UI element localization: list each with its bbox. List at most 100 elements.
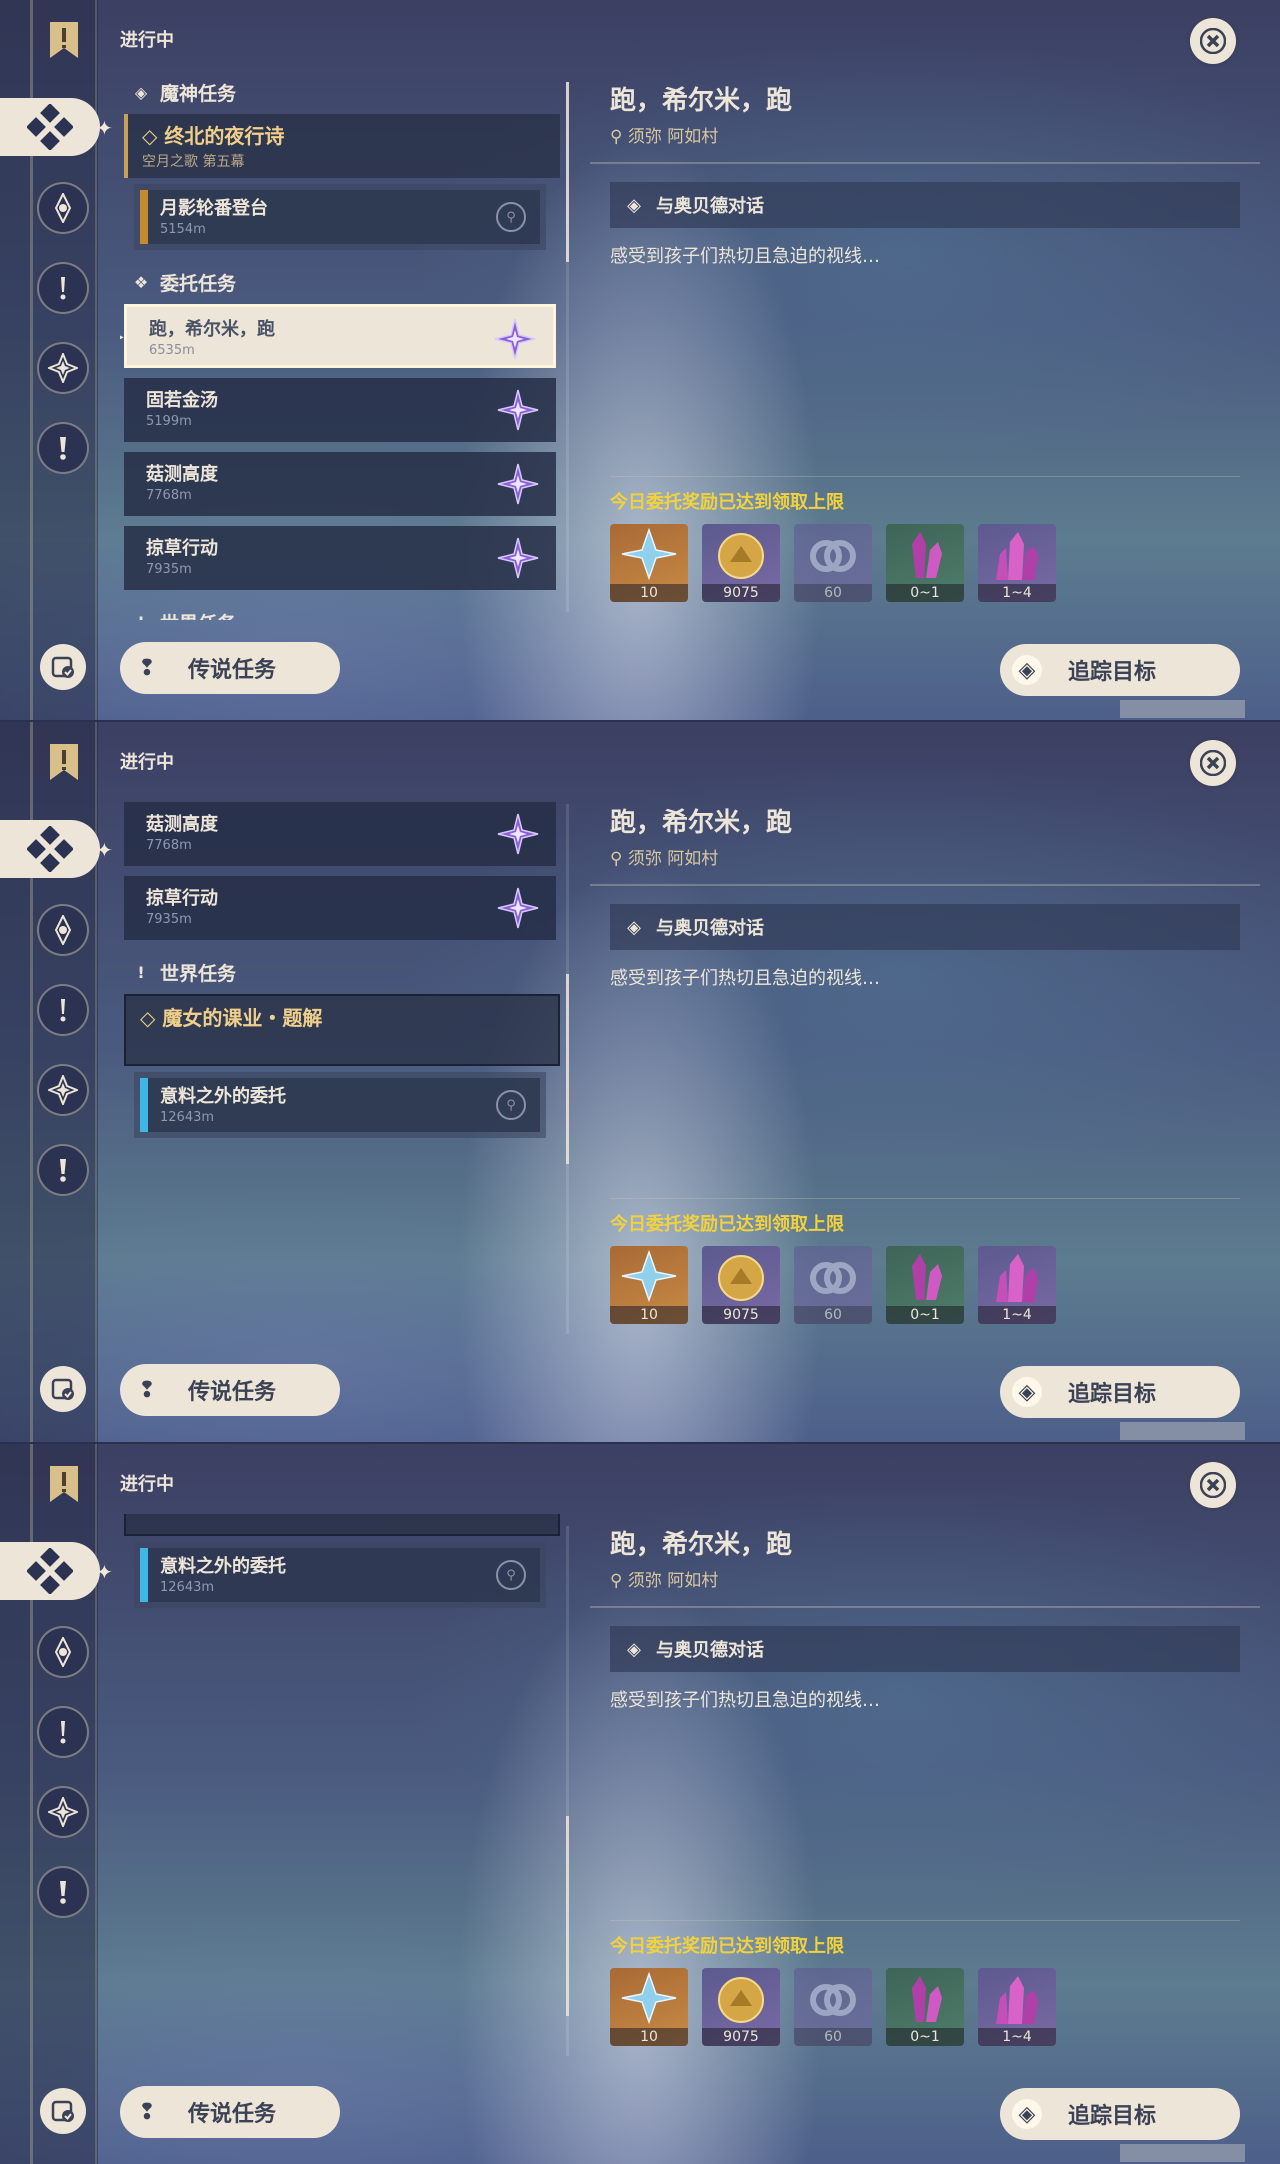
primogem-icon — [621, 1971, 677, 2025]
primogem-icon — [621, 527, 677, 581]
reward-item[interactable]: 9075 — [702, 1968, 780, 2046]
quest-list[interactable]: ◈魔神任务 ◇ 终北的夜行诗 空月之歌 第五幕 月影轮番登台 5154m ⚲ ❖… — [120, 792, 560, 1342]
world-quest-row[interactable]: ◇ 魔女的课业・题解 — [124, 994, 560, 1066]
quest-description: 感受到孩子们热切且急迫的视线… — [610, 968, 880, 989]
world-subquest-row[interactable]: 意料之外的委托 12643m ⚲ — [134, 1542, 546, 1608]
category-tab-commission[interactable] — [0, 98, 100, 156]
quest-history-button[interactable] — [40, 1366, 86, 1412]
sparkle-icon: ✦ — [96, 1560, 113, 1584]
close-button[interactable] — [1190, 740, 1236, 786]
status-label: 进行中 — [120, 30, 174, 51]
crystal-cluster-icon — [996, 1254, 1038, 1302]
bookmark-icon — [50, 1466, 78, 1502]
world-subquest-row[interactable]: 意料之外的委托 12643m ⚲ — [134, 1072, 546, 1138]
category-tab-world[interactable] — [37, 1064, 89, 1116]
reward-item[interactable]: 60 — [794, 524, 872, 602]
world-section-icon: ! — [137, 962, 145, 982]
quest-list[interactable]: ◈魔神任务 ◇ 终北的夜行诗 空月之歌 第五幕 月影轮番登台 5154m ⚲ ❖… — [120, 70, 560, 620]
category-tab-archon[interactable] — [37, 904, 89, 956]
adventure-exp-icon — [810, 1984, 856, 2016]
reward-item[interactable]: 60 — [794, 1968, 872, 2046]
category-tab-world[interactable] — [37, 342, 89, 394]
commission-diamond-icon — [27, 104, 73, 150]
category-tab-story[interactable] — [37, 984, 89, 1036]
divider — [590, 1606, 1260, 1608]
reward-item[interactable]: 60 — [794, 1246, 872, 1324]
reward-item[interactable]: 0~1 — [886, 1246, 964, 1324]
divider — [590, 884, 1260, 886]
scroll-thumb[interactable] — [566, 82, 569, 262]
subquest-title: 意料之外的委托 — [160, 1086, 286, 1107]
world-quest-row[interactable]: ◇ 魔女的课业・题解 — [124, 1514, 560, 1536]
quest-objective: ◈ 与奥贝德对话 — [610, 1626, 1240, 1672]
exclamation-icon — [60, 277, 66, 300]
reward-item[interactable]: 10 — [610, 524, 688, 602]
crystal-cluster-icon — [996, 1976, 1038, 2024]
category-tab-commission[interactable] — [0, 820, 100, 878]
reward-item[interactable]: 1~4 — [978, 1246, 1056, 1324]
quest-list-scrollbar[interactable] — [566, 804, 569, 1334]
category-tab-event[interactable] — [37, 422, 89, 474]
legend-quests-button[interactable]: ❢ 传说任务 — [120, 642, 340, 694]
reward-item[interactable]: 0~1 — [886, 1968, 964, 2046]
commission-diamond-icon — [27, 826, 73, 872]
quest-history-button[interactable] — [40, 644, 86, 690]
quest-list-content: ◈魔神任务 ◇ 终北的夜行诗 空月之歌 第五幕 月影轮番登台 5154m ⚲ ❖… — [120, 1514, 560, 1618]
category-tab-story[interactable] — [37, 1706, 89, 1758]
reward-limit-notice: 今日委托奖励已达到领取上限 — [610, 1214, 844, 1235]
archon-section-icon: ◈ — [134, 82, 148, 102]
archon-icon — [54, 1637, 72, 1667]
reward-item[interactable]: 1~4 — [978, 1968, 1056, 2046]
quest-list[interactable]: ◈魔神任务 ◇ 终北的夜行诗 空月之歌 第五幕 月影轮番登台 5154m ⚲ ❖… — [120, 1514, 560, 2064]
category-tab-story[interactable] — [37, 262, 89, 314]
category-tab-archon[interactable] — [37, 1626, 89, 1678]
commission-star-icon — [497, 887, 539, 929]
commission-row[interactable]: ▶ 跑，希尔米，跑 6535m — [120, 304, 556, 368]
quest-objective: ◈ 与奥贝德对话 — [610, 182, 1240, 228]
reward-item[interactable]: 9075 — [702, 1246, 780, 1324]
reward-item[interactable]: 10 — [610, 1968, 688, 2046]
category-tab-commission[interactable] — [0, 1542, 100, 1600]
category-tab-event[interactable] — [37, 1144, 89, 1196]
close-button[interactable] — [1190, 18, 1236, 64]
commission-diamond-icon — [27, 1548, 73, 1594]
reward-item[interactable]: 10 — [610, 1246, 688, 1324]
scroll-thumb[interactable] — [566, 1816, 569, 2016]
track-target-button[interactable]: ◈ 追踪目标 — [1000, 1366, 1240, 1418]
quest-history-button[interactable] — [40, 2088, 86, 2134]
reward-item[interactable]: 9075 — [702, 524, 780, 602]
commission-row[interactable]: 菇测高度 7768m — [124, 452, 556, 516]
category-tab-world[interactable] — [37, 1786, 89, 1838]
map-pin-button[interactable]: ⚲ — [496, 1560, 526, 1590]
subquest-title: 意料之外的委托 — [160, 1556, 286, 1577]
commission-row[interactable]: 菇测高度 7768m — [124, 802, 556, 866]
track-target-button[interactable]: ◈ 追踪目标 — [1000, 2088, 1240, 2140]
reward-list: 10 9075 60 0~1 1~4 — [610, 1246, 1070, 1324]
track-icon: ◈ — [1012, 655, 1042, 685]
map-pin-button[interactable]: ⚲ — [496, 1090, 526, 1120]
exclamation-icon — [60, 437, 66, 460]
reward-item[interactable]: 1~4 — [978, 524, 1056, 602]
close-button[interactable] — [1190, 1462, 1236, 1508]
selected-arrow-icon: ▶ — [120, 329, 124, 345]
scroll-thumb[interactable] — [566, 974, 569, 1164]
track-bar — [1120, 1422, 1245, 1440]
compass-star-icon — [48, 353, 78, 383]
archon-quest-row[interactable]: ◇ 终北的夜行诗 空月之歌 第五幕 — [124, 114, 560, 178]
map-pin-button[interactable]: ⚲ — [496, 202, 526, 232]
commission-row[interactable]: 固若金汤 5199m — [124, 378, 556, 442]
legend-quests-button[interactable]: ❢ 传说任务 — [120, 1364, 340, 1416]
quest-list-scrollbar[interactable] — [566, 1526, 569, 2056]
track-target-button[interactable]: ◈ 追踪目标 — [1000, 644, 1240, 696]
exclamation-icon — [60, 1881, 66, 1904]
commission-row[interactable]: 掠草行动 7935m — [124, 876, 556, 940]
commission-row[interactable]: 掠草行动 7935m — [124, 526, 556, 590]
quest-list-content: ◈魔神任务 ◇ 终北的夜行诗 空月之歌 第五幕 月影轮番登台 5154m ⚲ ❖… — [120, 792, 560, 1148]
category-tab-archon[interactable] — [37, 182, 89, 234]
quest-detail-title: 跑，希尔米，跑 — [610, 86, 793, 116]
category-tab-event[interactable] — [37, 1866, 89, 1918]
legend-quests-button[interactable]: ❢ 传说任务 — [120, 2086, 340, 2138]
archon-subquest-row[interactable]: 月影轮番登台 5154m ⚲ — [134, 184, 546, 250]
reward-item[interactable]: 0~1 — [886, 524, 964, 602]
quest-list-scrollbar[interactable] — [566, 82, 569, 612]
